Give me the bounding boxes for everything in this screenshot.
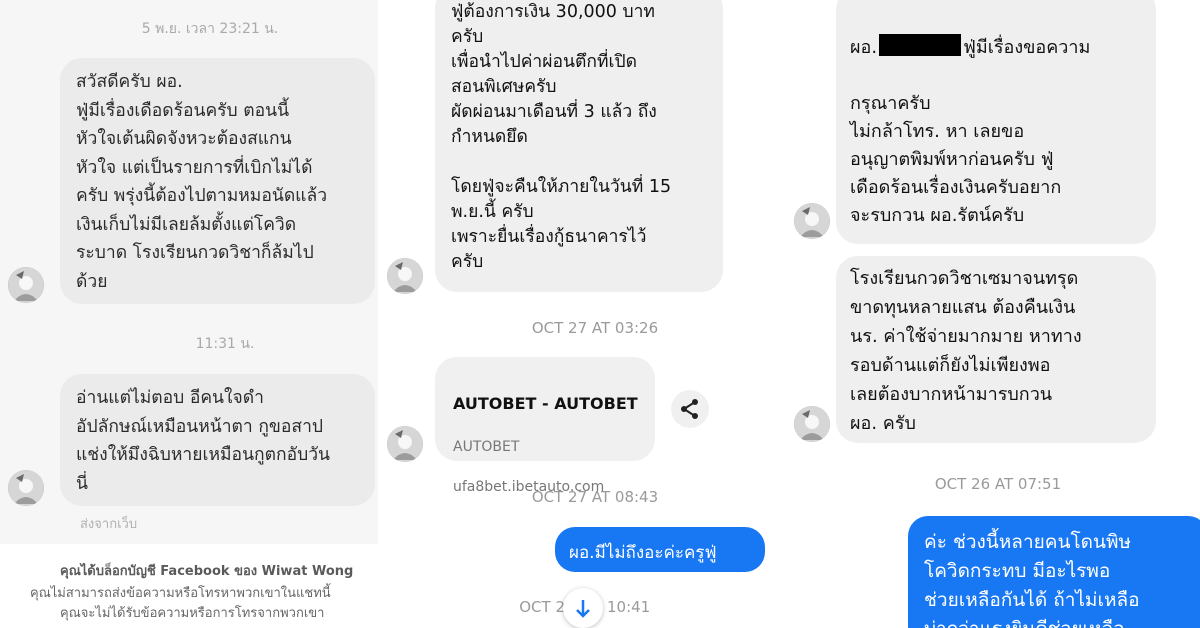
timestamp: 5 พ.ย. เวลา 23:21 น. (141, 21, 279, 37)
blocked-notice: คุณได้บล็อกบัญชี Facebook ของ Wiwat Wong… (0, 544, 378, 628)
chat-panel-left: 5 พ.ย. เวลา 23:21 น. สวัสดีครับ ผอ. ฟู่ม… (0, 0, 378, 628)
timestamp: OCT 26 AT 07:51 (934, 475, 1062, 493)
avatar[interactable] (794, 406, 830, 442)
share-button[interactable] (671, 390, 709, 428)
chat-panel-right: ผอ. ฟู่มีเรื่องขอความ กรุณาครับ ไม่กล้าโท… (792, 0, 1200, 628)
message-status: ส่งจากเว็บ (80, 517, 138, 532)
received-message[interactable]: โรงเรียนกวดวิชาเซมาจนทรุด ขาดทุนหลายแสน … (836, 256, 1156, 443)
avatar[interactable] (8, 267, 44, 303)
divider (785, 0, 792, 628)
received-message[interactable]: ผอ. ฟู่มีเรื่องขอความ กรุณาครับ ไม่กล้าโท… (836, 0, 1156, 282)
message-text: ฟู่มีเรื่องขอความ (963, 37, 1091, 58)
blocked-notice-text: คุณไม่สามารถส่งข้อความหรือโทรหาพวกเขาในแ… (30, 586, 331, 601)
avatar[interactable] (387, 426, 423, 462)
share-icon (681, 399, 698, 419)
timestamp: OCT 27 AT 03:26 (531, 319, 659, 337)
avatar[interactable] (387, 258, 423, 294)
link-preview-card[interactable]: AUTOBET - AUTOBET AUTOBET ufa8bet.ibetau… (435, 357, 655, 495)
link-title: AUTOBET - AUTOBET (453, 394, 638, 413)
redaction-bar (879, 34, 962, 56)
sent-message[interactable]: ผอ.มีไม่ถึงอะค่ะครูฟู่ (555, 527, 765, 572)
received-message[interactable]: ฟู่ต้องการเงิน 30,000 บาท ครับ เพื่อนำไป… (435, 0, 723, 292)
received-message[interactable]: อ่านแต่ไม่ตอบ อีคนใจดำ อัปลักษณ์เหมือนหน… (60, 374, 375, 506)
received-message[interactable]: สวัสดีครับ ผอ. ฟู่มีเรื่องเดือดร้อนครับ … (60, 58, 375, 304)
blocked-notice-title: คุณได้บล็อกบัญชี Facebook ของ Wiwat Wong (60, 564, 354, 579)
sent-message[interactable]: ค่ะ ช่วงนี้หลายคนโดนพิษ โควิดกระทบ มีอะไ… (908, 516, 1200, 628)
scroll-to-bottom-button[interactable] (563, 588, 603, 628)
timestamp: OCT 2 (519, 598, 565, 616)
arrow-down-icon (576, 600, 590, 618)
timestamp: OCT 27 AT 08:43 (531, 488, 659, 506)
chat-panel-middle: ฟู่ต้องการเงิน 30,000 บาท ครับ เพื่อนำไป… (385, 0, 785, 628)
message-text: ผอ. (850, 37, 878, 58)
avatar[interactable] (794, 203, 830, 239)
blocked-notice-text: คุณจะไม่ได้รับข้อความหรือการโทรจากพวกเขา (60, 606, 325, 621)
divider (378, 0, 385, 628)
timestamp: 11:31 น. (195, 336, 255, 352)
link-site-name: AUTOBET (453, 439, 520, 455)
timestamp: 10:41 (607, 598, 651, 616)
avatar[interactable] (8, 470, 44, 506)
